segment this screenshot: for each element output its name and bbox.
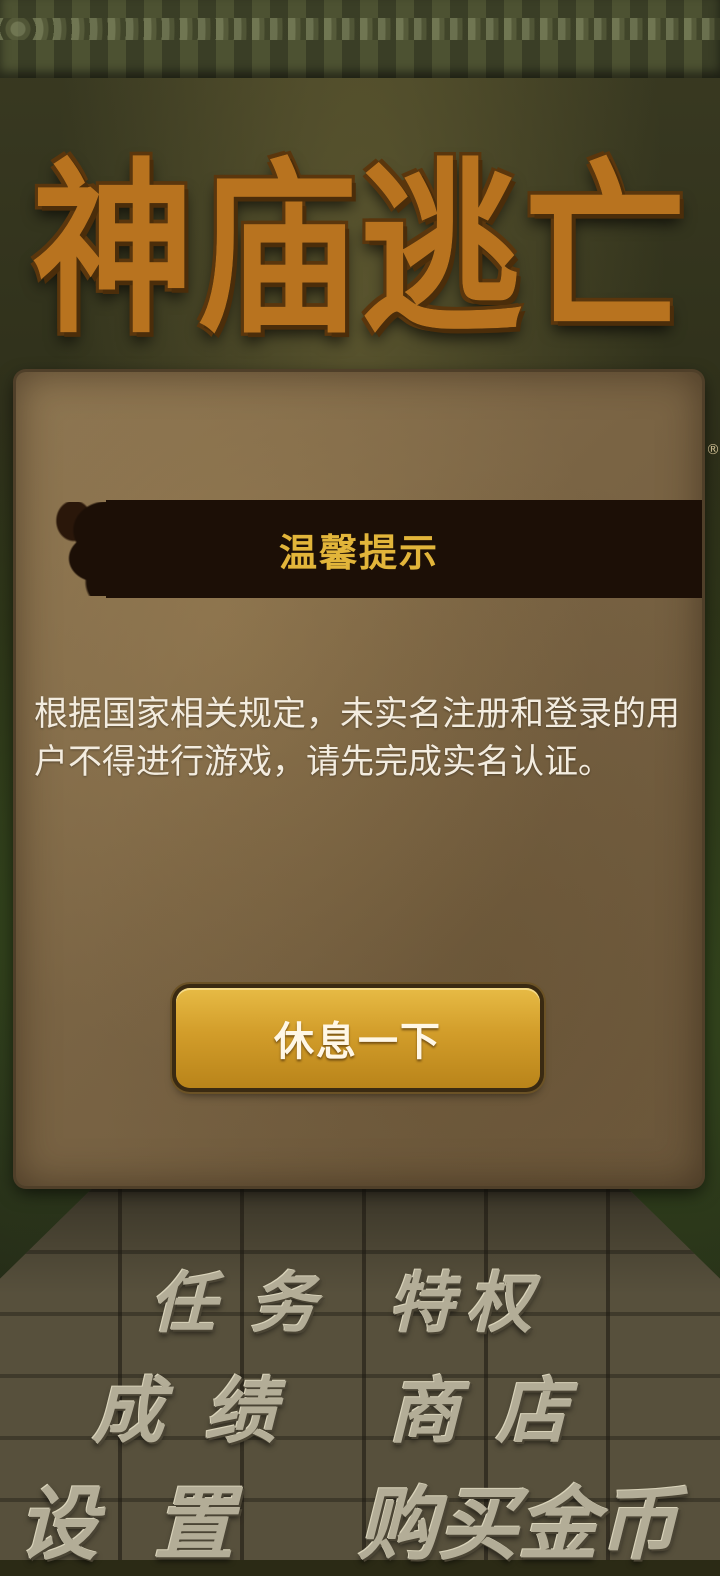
menu-buy-coins[interactable]: 购买金币	[358, 1460, 678, 1576]
registered-mark: ®	[706, 442, 720, 458]
dialog-title: 温馨提示	[278, 530, 439, 575]
dialog-message: 根据国家相关规定，未实名注册和登录的用户不得进行游戏，请先完成实名认证。	[34, 694, 680, 782]
rest-button[interactable]: 休息一下	[176, 988, 540, 1088]
menu-store[interactable]: 商店	[388, 1352, 604, 1457]
menu-quests[interactable]: 任务	[150, 1250, 350, 1346]
menu-privilege[interactable]: 特权	[388, 1250, 544, 1346]
notice-dialog: 温馨提示 根据国家相关规定，未实名注册和登录的用户不得进行游戏，请先完成实名认证…	[16, 372, 702, 1186]
game-logo: 神庙逃亡	[32, 140, 688, 359]
menu-scores[interactable]: 成绩	[92, 1352, 316, 1457]
menu-settings[interactable]: 设置	[18, 1460, 290, 1576]
